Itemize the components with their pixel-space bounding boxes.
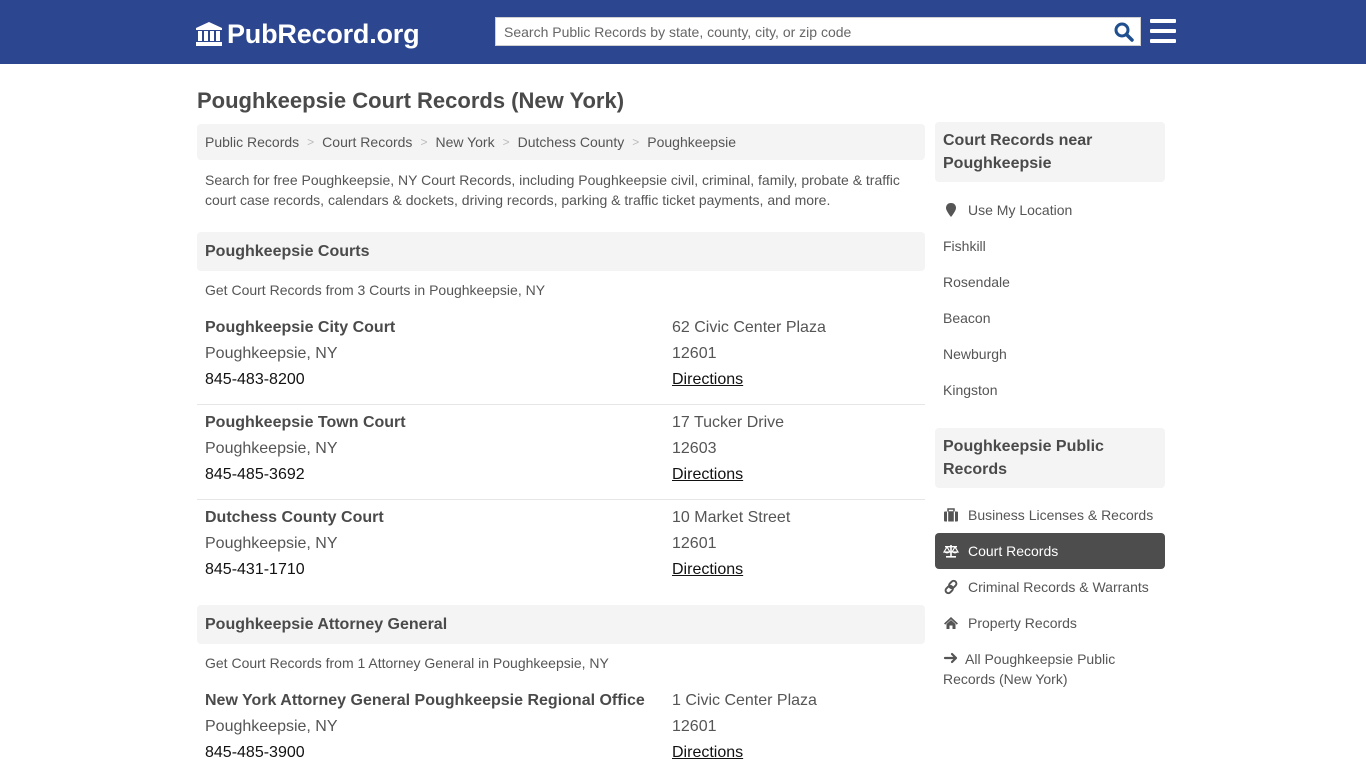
breadcrumb: Public Records > Court Records > New Yor…: [197, 124, 925, 160]
use-my-location-label: Use My Location: [968, 202, 1073, 218]
directions-link[interactable]: Directions: [672, 744, 743, 762]
court-name: Dutchess County Court: [205, 509, 384, 526]
court-entry: Dutchess County Court Poughkeepsie, NY 8…: [197, 500, 925, 595]
nearby-city-link[interactable]: Beacon: [935, 300, 1165, 336]
office-address: 1 Civic Center Plaza: [672, 692, 817, 709]
court-address: 62 Civic Center Plaza: [672, 319, 826, 336]
sidebar-item-all-public-records[interactable]: All Poughkeepsie Public Records (New Yor…: [935, 649, 1165, 689]
court-address: 17 Tucker Drive: [672, 414, 785, 431]
sidebar-item-business-licenses[interactable]: Business Licenses & Records: [935, 497, 1165, 533]
balance-scale-icon: [943, 545, 959, 558]
directions-link[interactable]: Directions: [672, 466, 743, 484]
logo-text: PubRecord.org: [227, 18, 420, 49]
section-heading-courts: Poughkeepsie Courts: [197, 232, 925, 271]
section-heading-attorney-general: Poughkeepsie Attorney General: [197, 605, 925, 644]
nearby-city-link[interactable]: Kingston: [935, 372, 1165, 408]
breadcrumb-public-records[interactable]: Public Records: [205, 134, 299, 150]
office-city: Poughkeepsie, NY: [205, 718, 338, 735]
search-box: [495, 17, 1141, 46]
sidebar-item-label: Business Licenses & Records: [968, 507, 1154, 523]
breadcrumb-court-records[interactable]: Court Records: [322, 134, 412, 150]
sidebar-item-property-records[interactable]: Property Records: [935, 605, 1165, 641]
section-subtitle-courts: Get Court Records from 3 Courts in Pough…: [205, 282, 546, 298]
sidebar-item-court-records[interactable]: Court Records: [935, 533, 1165, 569]
sidebar-item-label: Property Records: [968, 615, 1077, 631]
breadcrumb-separator: >: [502, 135, 510, 149]
court-city: Poughkeepsie, NY: [205, 345, 338, 362]
breadcrumb-separator: >: [420, 135, 428, 149]
office-name: New York Attorney General Poughkeepsie R…: [205, 692, 645, 709]
use-my-location-link[interactable]: Use My Location: [935, 192, 1165, 228]
briefcase-icon: [944, 508, 958, 522]
directions-link[interactable]: Directions: [672, 561, 743, 579]
court-phone: 845-431-1710: [205, 561, 305, 578]
court-city: Poughkeepsie, NY: [205, 535, 338, 552]
search-input[interactable]: [496, 18, 1106, 45]
top-navbar: PubRecord.org: [0, 0, 1366, 64]
court-zip: 12601: [672, 345, 717, 362]
court-zip: 12601: [672, 535, 717, 552]
attorney-general-entry: New York Attorney General Poughkeepsie R…: [197, 683, 925, 778]
court-entry: Poughkeepsie Town Court Poughkeepsie, NY…: [197, 405, 925, 500]
nearby-city-link[interactable]: Rosendale: [935, 264, 1165, 300]
sidebar-item-label: Criminal Records & Warrants: [968, 579, 1149, 595]
directions-link[interactable]: Directions: [672, 371, 743, 389]
court-address: 10 Market Street: [672, 509, 791, 526]
breadcrumb-separator: >: [632, 135, 640, 149]
breadcrumb-dutchess-county[interactable]: Dutchess County: [518, 134, 625, 150]
court-phone: 845-483-8200: [205, 371, 305, 388]
court-phone: 845-485-3692: [205, 466, 305, 483]
court-name: Poughkeepsie Town Court: [205, 414, 406, 431]
site-logo[interactable]: PubRecord.org: [195, 18, 420, 50]
map-marker-icon: [946, 203, 956, 217]
page-title: Poughkeepsie Court Records (New York): [197, 88, 625, 113]
sidebar-item-label: Court Records: [968, 543, 1059, 559]
court-name: Poughkeepsie City Court: [205, 319, 396, 336]
court-entry: Poughkeepsie City Court Poughkeepsie, NY…: [197, 310, 925, 405]
office-zip: 12601: [672, 718, 717, 735]
sidebar-heading-public-records: Poughkeepsie Public Records: [935, 428, 1165, 488]
court-city: Poughkeepsie, NY: [205, 440, 338, 457]
intro-text: Search for free Poughkeepsie, NY Court R…: [205, 172, 900, 208]
breadcrumb-separator: >: [307, 135, 315, 149]
nearby-city-link[interactable]: Newburgh: [935, 336, 1165, 372]
sidebar-item-label: All Poughkeepsie Public Records (New Yor…: [943, 651, 1116, 687]
court-zip: 12603: [672, 440, 717, 457]
breadcrumb-new-york[interactable]: New York: [435, 134, 494, 150]
hamburger-menu-icon[interactable]: [1150, 19, 1176, 43]
nearby-city-link[interactable]: Fishkill: [935, 228, 1165, 264]
search-icon[interactable]: [1112, 21, 1136, 43]
arrow-right-icon: [943, 652, 958, 664]
home-icon: [944, 617, 958, 629]
link-icon: [944, 579, 958, 595]
bank-building-icon: [196, 22, 222, 46]
breadcrumb-poughkeepsie[interactable]: Poughkeepsie: [647, 134, 736, 150]
section-subtitle-attorney-general: Get Court Records from 1 Attorney Genera…: [205, 655, 609, 671]
sidebar-item-criminal-records[interactable]: Criminal Records & Warrants: [935, 569, 1165, 605]
office-phone: 845-485-3900: [205, 744, 305, 761]
sidebar-heading-nearby: Court Records near Poughkeepsie: [935, 122, 1165, 182]
